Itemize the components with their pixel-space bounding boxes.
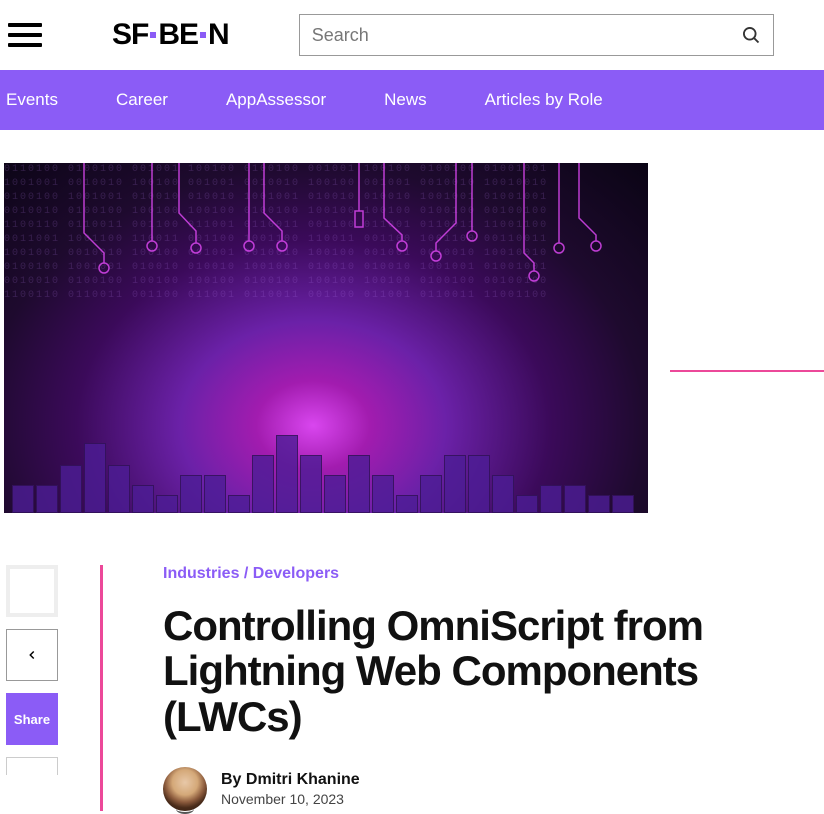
accent-divider xyxy=(670,370,824,372)
share-rail: Share xyxy=(0,565,100,811)
search-container xyxy=(299,14,774,56)
content-area: Share Industries / Developers Controllin… xyxy=(0,565,824,811)
hero-image: 0110100 0100100 001001 100100 0100100 00… xyxy=(4,163,648,513)
rail-placeholder xyxy=(6,565,58,617)
nav-item-appassessor[interactable]: AppAssessor xyxy=(226,90,326,110)
rail-bottom-placeholder xyxy=(6,757,58,775)
nav-item-news[interactable]: News xyxy=(384,90,427,110)
article-title: Controlling OmniScript from Lightning We… xyxy=(163,603,824,739)
search-input[interactable] xyxy=(312,25,741,46)
byline: By Dmitri Khanine November 10, 2023 xyxy=(163,767,824,811)
share-label: Share xyxy=(14,712,50,727)
share-button[interactable]: Share xyxy=(6,693,58,745)
menu-toggle[interactable] xyxy=(8,23,42,47)
nav-item-articles-by-role[interactable]: Articles by Role xyxy=(485,90,603,110)
article-category[interactable]: Industries / Developers xyxy=(163,565,824,583)
author-avatar[interactable] xyxy=(163,767,207,811)
nav-item-career[interactable]: Career xyxy=(116,90,168,110)
site-logo[interactable]: SFBEN xyxy=(112,18,229,52)
article-main: Industries / Developers Controlling Omni… xyxy=(163,565,824,811)
nav-item-events[interactable]: Events xyxy=(6,90,58,110)
prev-button[interactable] xyxy=(6,629,58,681)
primary-nav: Events Career AppAssessor News Articles … xyxy=(0,70,824,130)
author-name[interactable]: By Dmitri Khanine xyxy=(221,771,360,789)
search-box[interactable] xyxy=(299,14,774,56)
hero-blocks-decoration xyxy=(4,423,648,513)
article-accent-border xyxy=(100,565,103,811)
search-icon[interactable] xyxy=(741,25,761,45)
chevron-left-icon xyxy=(25,648,39,662)
site-header: SFBEN xyxy=(0,0,824,70)
publish-date: November 10, 2023 xyxy=(221,791,360,807)
